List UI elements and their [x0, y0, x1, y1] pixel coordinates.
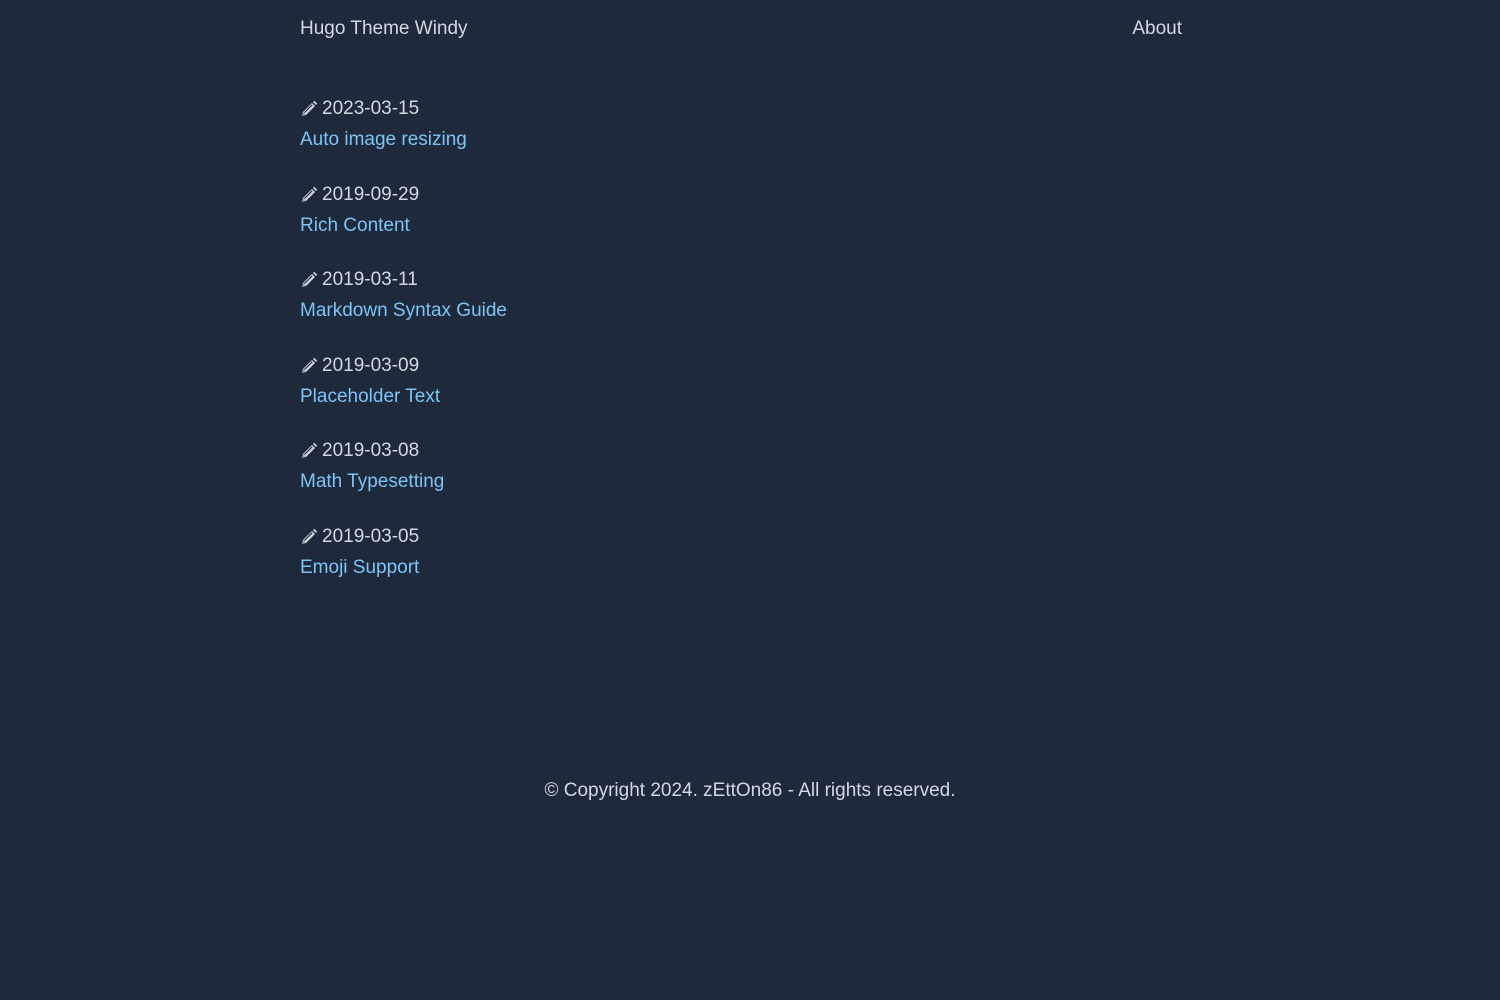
post-list-item: 2019-09-29 Rich Content [300, 182, 507, 268]
post-list-item: 2019-03-05 Emoji Support [300, 524, 507, 610]
post-list: 2023-03-15 Auto image resizing 2019-09-2… [300, 96, 507, 609]
site-header: Hugo Theme Windy About [300, 15, 1182, 43]
post-title-link[interactable]: Emoji Support [300, 555, 419, 581]
post-list-item: 2019-03-11 Markdown Syntax Guide [300, 267, 507, 353]
pencil-icon [300, 528, 318, 546]
pencil-icon [300, 186, 318, 204]
post-date: 2019-03-09 [322, 354, 420, 376]
post-date-row: 2019-03-08 [300, 438, 507, 464]
pencil-icon [300, 357, 318, 375]
post-title-link[interactable]: Placeholder Text [300, 384, 440, 410]
site-title-link[interactable]: Hugo Theme Windy [300, 16, 468, 42]
post-date: 2019-03-11 [322, 269, 418, 290]
post-list-item: 2023-03-15 Auto image resizing [300, 96, 507, 182]
post-date: 2019-09-29 [322, 183, 420, 205]
post-date-row: 2019-09-29 [300, 182, 507, 208]
post-date: 2019-03-08 [322, 440, 420, 461]
nav-item-about[interactable]: About [1132, 18, 1182, 39]
post-date-row: 2019-03-05 [300, 524, 507, 550]
post-list-item: 2019-03-08 Math Typesetting [300, 438, 507, 524]
post-title-link[interactable]: Auto image resizing [300, 127, 467, 153]
pencil-icon [300, 442, 318, 460]
post-title-link[interactable]: Markdown Syntax Guide [300, 298, 507, 324]
post-list-item: 2019-03-09 Placeholder Text [300, 353, 507, 439]
post-date: 2019-03-05 [322, 525, 420, 547]
post-title-link[interactable]: Rich Content [300, 213, 410, 239]
main-nav: About [1132, 16, 1182, 42]
post-date-row: 2019-03-11 [300, 267, 507, 293]
post-date: 2023-03-15 [322, 98, 420, 119]
post-title-link[interactable]: Math Typesetting [300, 469, 444, 495]
post-date-row: 2019-03-09 [300, 353, 507, 379]
post-date-row: 2023-03-15 [300, 96, 507, 122]
pencil-icon [300, 271, 318, 289]
pencil-icon [300, 100, 318, 118]
site-footer: © Copyright 2024. zEttOn86 - All rights … [0, 778, 1500, 804]
copyright-text: © Copyright 2024. zEttOn86 - All rights … [544, 780, 956, 801]
